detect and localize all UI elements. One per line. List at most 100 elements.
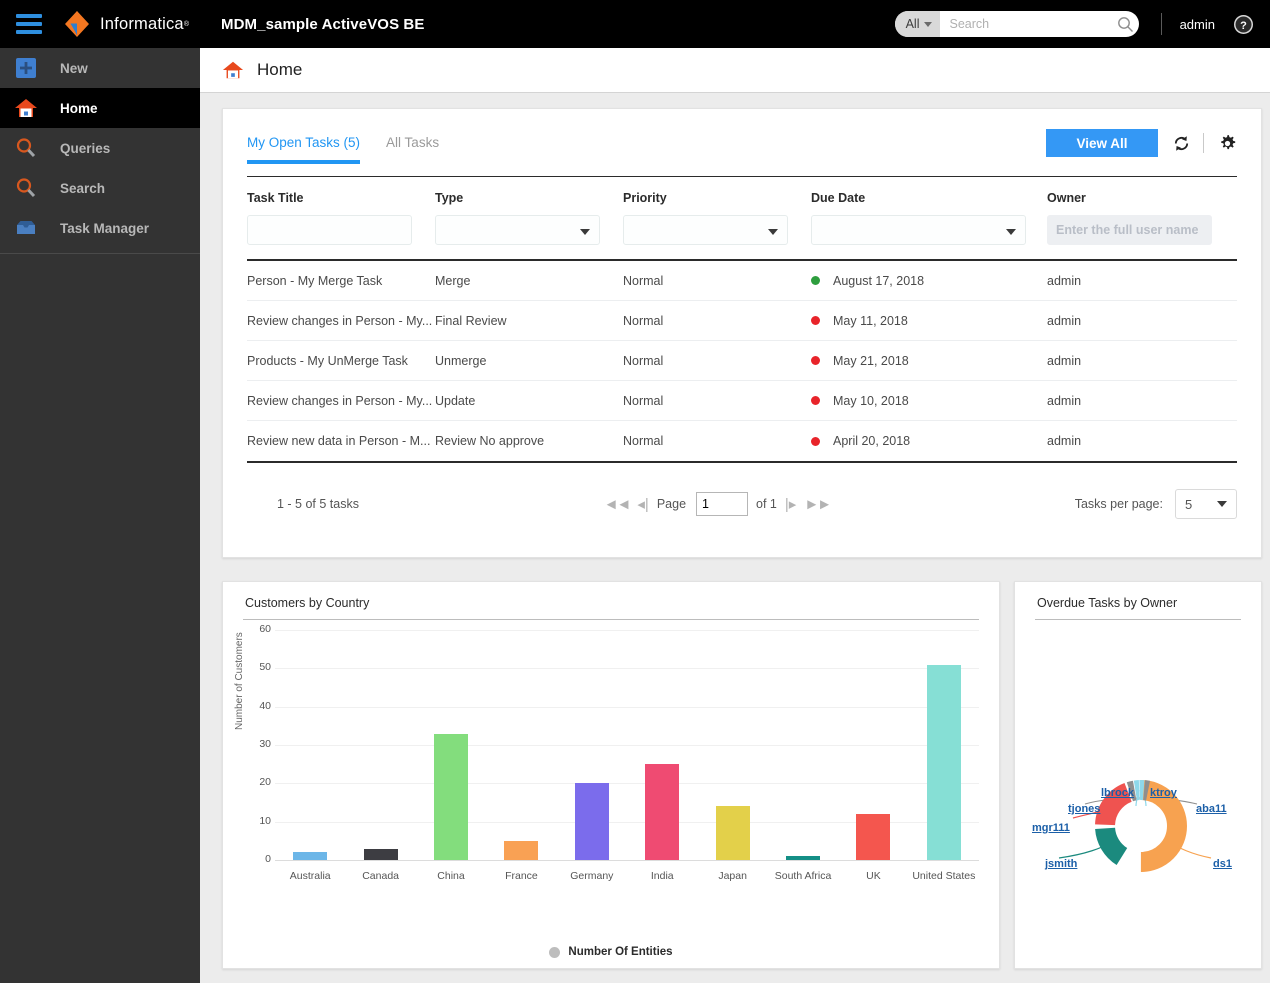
topbar-right-group: All admin ? bbox=[894, 0, 1270, 48]
view-all-button[interactable]: View All bbox=[1046, 129, 1158, 157]
prev-page-icon[interactable]: ◂| bbox=[637, 495, 648, 513]
table-row[interactable]: Review changes in Person - My... Final R… bbox=[247, 301, 1237, 341]
page-header: Home bbox=[200, 48, 1270, 93]
bar[interactable] bbox=[363, 848, 398, 860]
sidebar-item-search[interactable]: Search bbox=[0, 168, 200, 208]
page-number-input[interactable] bbox=[696, 492, 749, 516]
filter-task-title-input[interactable] bbox=[247, 215, 412, 245]
donut-label-ktroy[interactable]: ktroy bbox=[1150, 787, 1177, 799]
top-bar: Informatica ® MDM_sample ActiveVOS BE Al… bbox=[0, 0, 1270, 48]
bar[interactable] bbox=[645, 764, 680, 860]
donut-label-lbrock[interactable]: lbrock bbox=[1101, 787, 1134, 799]
tasks-per-page-group: Tasks per page: 5 bbox=[1075, 489, 1237, 519]
hamburger-icon[interactable] bbox=[16, 14, 42, 34]
sidebar-item-new[interactable]: New bbox=[0, 48, 200, 88]
cell-priority: Normal bbox=[623, 313, 664, 328]
table-row[interactable]: Person - My Merge Task Merge Normal Augu… bbox=[247, 261, 1237, 301]
bar-column[interactable]: Japan bbox=[697, 630, 767, 882]
bar-column[interactable]: UK bbox=[838, 630, 908, 882]
filter-due-date-select[interactable] bbox=[811, 215, 1026, 245]
page-label: Page bbox=[656, 497, 687, 511]
global-search[interactable]: All bbox=[894, 11, 1139, 37]
magnifier-icon bbox=[14, 136, 38, 160]
sidebar-item-task-manager[interactable]: Task Manager bbox=[0, 208, 200, 248]
chevron-down-icon bbox=[924, 21, 933, 27]
tab-my-open-tasks[interactable]: My Open Tasks (5) bbox=[247, 129, 361, 164]
brand-trademark: ® bbox=[183, 20, 189, 28]
bar-column[interactable]: Australia bbox=[275, 630, 345, 882]
filter-owner-input[interactable] bbox=[1047, 215, 1212, 245]
cell-due-date: May 11, 2018 bbox=[811, 314, 1047, 328]
bar[interactable] bbox=[856, 814, 891, 860]
table-row[interactable]: Review changes in Person - My... Update … bbox=[247, 381, 1237, 421]
donut-label-tjones[interactable]: tjones bbox=[1068, 803, 1100, 815]
sidebar: New Home Queries Search Task Manager bbox=[0, 48, 200, 983]
sidebar-item-queries[interactable]: Queries bbox=[0, 128, 200, 168]
tasks-table: Task Title Type Priority Due Date Owner bbox=[247, 177, 1237, 461]
column-header-due-date: Due Date bbox=[811, 191, 866, 205]
bar-column[interactable]: India bbox=[627, 630, 697, 882]
bar[interactable] bbox=[574, 783, 609, 860]
cell-due-date: May 10, 2018 bbox=[811, 394, 1047, 408]
table-row[interactable]: Review new data in Person - M... Review … bbox=[247, 421, 1237, 461]
bar-column[interactable]: United States bbox=[909, 630, 979, 882]
bar[interactable] bbox=[504, 840, 539, 860]
bar[interactable] bbox=[926, 664, 961, 860]
tab-label: All Tasks bbox=[386, 135, 440, 150]
cell-type: Merge bbox=[435, 273, 471, 288]
inbox-icon bbox=[14, 216, 38, 240]
help-icon[interactable]: ? bbox=[1233, 14, 1254, 35]
cell-priority: Normal bbox=[623, 434, 664, 448]
user-menu[interactable]: admin bbox=[1180, 17, 1215, 32]
bar-column[interactable]: Germany bbox=[557, 630, 627, 882]
tasks-per-page-select[interactable]: 5 bbox=[1174, 489, 1237, 519]
y-axis-tick: 30 bbox=[259, 738, 271, 750]
refresh-icon[interactable] bbox=[1172, 134, 1191, 153]
status-badge bbox=[811, 316, 820, 325]
topbar-divider bbox=[1160, 13, 1162, 35]
table-row[interactable]: Products - My UnMerge Task Unmerge Norma… bbox=[247, 341, 1237, 381]
filter-priority-select[interactable] bbox=[623, 215, 788, 245]
donut-label-mgr111[interactable]: mgr111 bbox=[1032, 822, 1070, 834]
bar[interactable] bbox=[434, 733, 469, 860]
search-scope-label: All bbox=[905, 17, 920, 31]
bar-chart: Number of Customers 0 10 20 30 40 50 60 Austra… bbox=[223, 620, 1001, 920]
tab-label: My Open Tasks (5) bbox=[247, 135, 361, 150]
chart-title: Overdue Tasks by Owner bbox=[1037, 596, 1178, 610]
last-page-icon[interactable]: ►► bbox=[804, 496, 832, 513]
search-input[interactable] bbox=[940, 11, 1113, 37]
table-pagination: 1 - 5 of 5 tasks ◄◄ ◂| Page of 1 |▸ ►► T… bbox=[247, 461, 1237, 519]
donut-label-jsmith[interactable]: jsmith bbox=[1045, 858, 1077, 870]
y-axis-label: Number of Customers bbox=[234, 632, 245, 730]
bar[interactable] bbox=[715, 806, 750, 860]
chevron-down-icon bbox=[1216, 501, 1227, 507]
donut-label-ds1[interactable]: ds1 bbox=[1213, 858, 1232, 870]
bar-column[interactable]: South Africa bbox=[768, 630, 838, 882]
donut-label-aba11[interactable]: aba11 bbox=[1196, 803, 1227, 815]
bar[interactable] bbox=[786, 856, 821, 860]
bar-column[interactable]: China bbox=[416, 630, 486, 882]
bar-column[interactable]: France bbox=[486, 630, 556, 882]
due-date-text: April 20, 2018 bbox=[833, 434, 911, 448]
legend-marker bbox=[549, 946, 561, 958]
filter-type-select[interactable] bbox=[435, 215, 600, 245]
cell-priority: Normal bbox=[623, 353, 664, 368]
sidebar-item-home[interactable]: Home bbox=[0, 88, 200, 128]
gear-icon[interactable] bbox=[1218, 134, 1237, 153]
next-page-icon[interactable]: |▸ bbox=[785, 495, 796, 513]
search-icon[interactable] bbox=[1112, 16, 1138, 33]
tab-all-tasks[interactable]: All Tasks bbox=[386, 129, 439, 162]
bar[interactable] bbox=[293, 852, 328, 860]
panel-actions: View All bbox=[1046, 129, 1237, 163]
cell-priority: Normal bbox=[623, 273, 664, 288]
pagination-summary: 1 - 5 of 5 tasks bbox=[277, 497, 359, 511]
column-header-type: Type bbox=[435, 191, 464, 205]
search-scope-selector[interactable]: All bbox=[894, 11, 941, 37]
y-axis-tick: 50 bbox=[259, 661, 271, 674]
sidebar-item-label: New bbox=[60, 60, 88, 76]
x-axis-tick: Japan bbox=[718, 870, 747, 882]
due-date-text: May 11, 2018 bbox=[833, 313, 908, 328]
bar-column[interactable]: Canada bbox=[345, 630, 415, 882]
first-page-icon[interactable]: ◄◄ bbox=[604, 496, 632, 513]
app-title: MDM_sample ActiveVOS BE bbox=[221, 15, 425, 33]
